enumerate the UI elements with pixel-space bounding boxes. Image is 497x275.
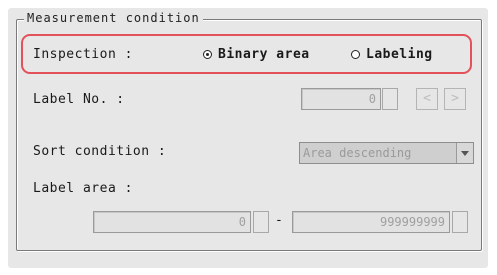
label-area-min-input[interactable]: 0 — [93, 211, 251, 233]
label-area-max-input[interactable]: 999999999 — [292, 211, 450, 233]
sort-condition-value: Area descending — [303, 146, 412, 160]
label-area-label: Label area : — [33, 181, 133, 196]
radio-labeling-label: Labeling — [366, 47, 433, 62]
label-no-label: Label No. : — [33, 92, 125, 107]
radio-labeling[interactable]: Labeling — [351, 47, 433, 62]
label-area-max-spin-button[interactable] — [452, 211, 468, 233]
prev-label-button[interactable]: < — [416, 88, 438, 110]
radio-unchecked-icon — [351, 50, 360, 59]
next-label-button[interactable]: > — [444, 88, 466, 110]
label-no-spin-button[interactable] — [382, 88, 398, 110]
inspection-label: Inspection : — [33, 47, 133, 62]
chevron-down-icon — [456, 143, 473, 163]
label-area-min-spin-button[interactable] — [253, 211, 269, 233]
sort-condition-select[interactable]: Area descending — [299, 142, 474, 164]
sort-condition-label: Sort condition : — [33, 144, 167, 159]
label-no-input[interactable]: 0 — [301, 88, 381, 110]
radio-checked-icon — [203, 50, 212, 59]
radio-binary-area-label: Binary area — [218, 47, 310, 62]
range-separator: - — [275, 213, 283, 228]
radio-binary-area[interactable]: Binary area — [203, 47, 310, 62]
group-title: Measurement condition — [24, 11, 203, 25]
